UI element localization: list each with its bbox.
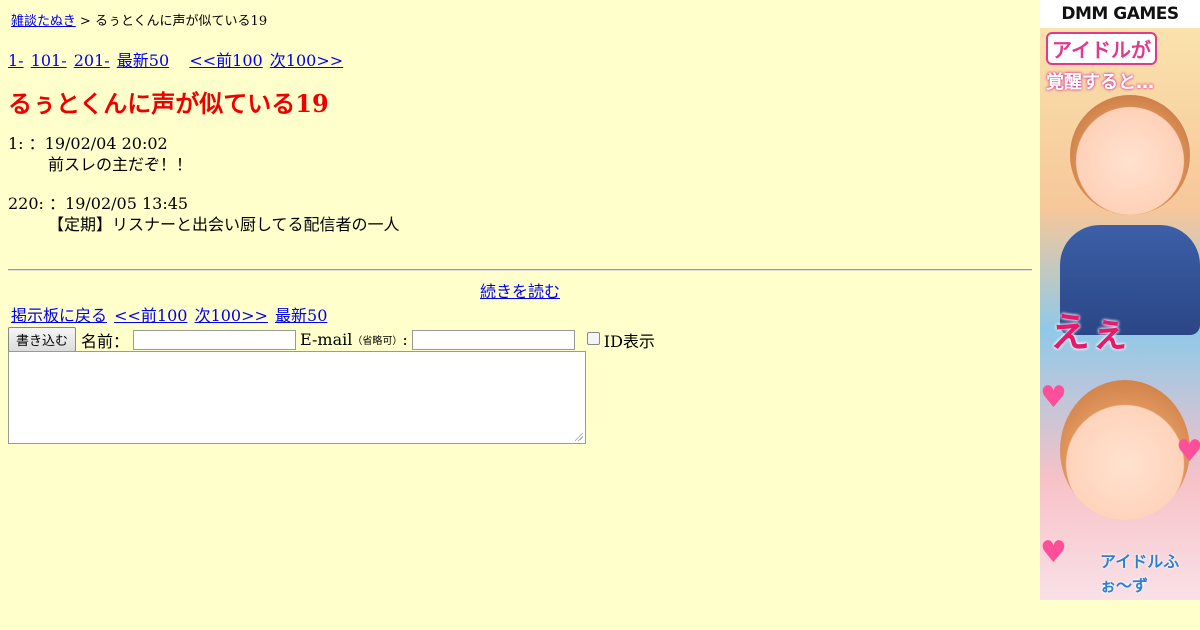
prev-100-link[interactable]: <<前100 bbox=[114, 306, 187, 325]
email-optional-note: （省略可） bbox=[352, 336, 403, 347]
ad-headline: アイドルが bbox=[1046, 32, 1157, 65]
divider bbox=[8, 269, 1032, 271]
ad-header: DMM GAMES bbox=[1040, 0, 1200, 28]
ad-exclamation: えぇ bbox=[1050, 310, 1130, 356]
range-link-101[interactable]: 101- bbox=[31, 51, 67, 70]
back-to-board-link[interactable]: 掲示板に戻る bbox=[11, 306, 107, 325]
breadcrumb: 雑談たぬき > るぅとくんに声が似ている19 bbox=[11, 10, 267, 29]
heart-icon: ♥ bbox=[1176, 434, 1200, 469]
latest-50-link[interactable]: 最新50 bbox=[117, 51, 169, 70]
breadcrumb-separator: > bbox=[79, 14, 91, 29]
heart-icon: ♥ bbox=[1040, 380, 1067, 415]
post-body: 前スレの主だぞ！！ bbox=[48, 155, 193, 174]
next-100-link[interactable]: 次100>> bbox=[270, 51, 343, 70]
post-header: 1: ：19/02/04 20:02 bbox=[8, 134, 168, 153]
bottom-navigation: 掲示板に戻る <<前100 次100>> 最新50 bbox=[11, 302, 329, 326]
post-item: 1: ：19/02/04 20:02 前スレの主だぞ！！ bbox=[8, 133, 192, 175]
email-label: E-mail bbox=[300, 330, 353, 349]
email-field[interactable] bbox=[411, 329, 575, 350]
email-colon: : bbox=[402, 330, 408, 349]
ad-character-illustration bbox=[1060, 380, 1190, 520]
read-more-link[interactable]: 続きを読む bbox=[480, 282, 560, 301]
top-navigation: 1- 101- 201- 最新50 <<前100 次100>> bbox=[8, 47, 345, 71]
post-header: 220: ：19/02/05 13:45 bbox=[8, 194, 189, 213]
range-link-1[interactable]: 1- bbox=[8, 51, 24, 70]
id-display-label: ID表示 bbox=[603, 331, 655, 351]
submit-button[interactable]: 書き込む bbox=[8, 327, 77, 352]
read-more-row: 続きを読む bbox=[8, 278, 1032, 302]
banner-ad[interactable]: DMM GAMES アイドルが 覚醒すると… えぇ ♥ ♥ ♥ アイドルふぉ〜ず bbox=[1040, 0, 1200, 600]
latest-50-link[interactable]: 最新50 bbox=[275, 306, 327, 325]
resize-handle-icon[interactable] bbox=[575, 433, 583, 441]
post-body: 【定期】リスナーと出会い厨してる配信者の一人 bbox=[48, 215, 400, 234]
breadcrumb-board-link[interactable]: 雑談たぬき bbox=[11, 14, 76, 29]
post-item: 220: ：19/02/05 13:45 【定期】リスナーと出会い厨してる配信者… bbox=[8, 193, 400, 235]
prev-100-link[interactable]: <<前100 bbox=[189, 51, 262, 70]
name-label: 名前： bbox=[81, 331, 130, 351]
post-form-row: 書き込む 名前： E-mail （省略可） : ID表示 bbox=[8, 327, 655, 352]
thread-title: るぅとくんに声が似ている19 bbox=[8, 89, 329, 118]
message-textarea[interactable] bbox=[8, 351, 586, 444]
name-field[interactable] bbox=[133, 329, 297, 350]
range-link-201[interactable]: 201- bbox=[74, 51, 110, 70]
heart-icon: ♥ bbox=[1040, 535, 1067, 570]
breadcrumb-current: るぅとくんに声が似ている19 bbox=[94, 14, 268, 29]
ad-game-logo: アイドルふぉ〜ず bbox=[1100, 552, 1180, 595]
ad-character-illustration bbox=[1070, 95, 1190, 215]
ad-subheadline: 覚醒すると… bbox=[1046, 72, 1154, 93]
next-100-link[interactable]: 次100>> bbox=[195, 306, 268, 325]
id-display-checkbox[interactable] bbox=[586, 332, 600, 345]
